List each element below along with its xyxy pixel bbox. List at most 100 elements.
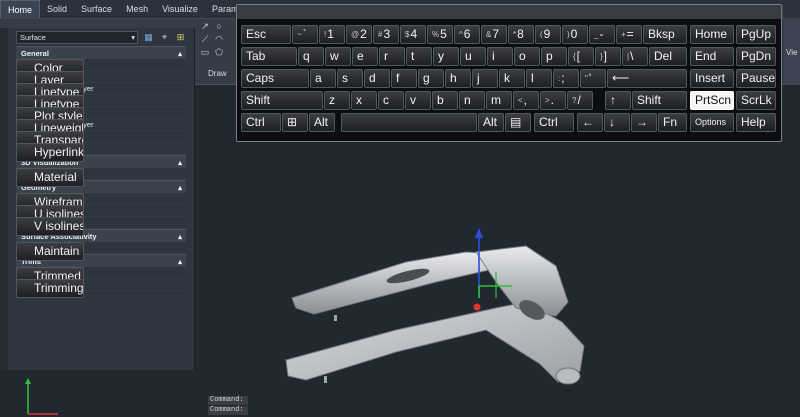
property-row[interactable]: Linetype scale1.0000 xyxy=(16,95,186,114)
key-sym12[interactable]: _- xyxy=(589,25,615,44)
key-f[interactable]: f xyxy=(391,69,417,88)
ribbon-tab-visualize[interactable]: Visualize xyxy=(155,0,205,18)
key-alt[interactable]: Alt xyxy=(478,113,504,132)
polygon-icon[interactable]: ⬠ xyxy=(214,47,224,57)
key-alt[interactable]: Alt xyxy=(309,113,335,132)
key-sym59[interactable]: ?/ xyxy=(567,91,593,110)
property-row[interactable]: Wireframe displ...Isolines xyxy=(16,193,186,212)
key-2[interactable]: @2 xyxy=(346,25,372,44)
key-home[interactable]: Home xyxy=(690,25,734,44)
key-h[interactable]: h xyxy=(445,69,471,88)
key-sym72[interactable]: ↓ xyxy=(604,113,630,132)
collapse-icon[interactable]: ▴ xyxy=(178,49,182,58)
ribbon-tab-surface[interactable]: Surface xyxy=(74,0,119,18)
key-4[interactable]: $4 xyxy=(400,25,426,44)
key-sym30[interactable]: |\ xyxy=(622,47,648,66)
key-w[interactable]: w xyxy=(325,47,351,66)
property-row[interactable]: MaterialByLayer xyxy=(16,168,186,187)
key-m[interactable]: m xyxy=(486,91,512,110)
key-sym69[interactable]: ▤ xyxy=(505,113,531,132)
polyline-icon[interactable]: ↗ xyxy=(200,21,210,31)
key-sym57[interactable]: <, xyxy=(513,91,539,110)
key-u[interactable]: u xyxy=(460,47,486,66)
collapse-icon[interactable]: ▴ xyxy=(178,158,182,167)
key-sym58[interactable]: >. xyxy=(540,91,566,110)
key-sym28[interactable]: {[ xyxy=(568,47,594,66)
key-c[interactable]: c xyxy=(378,91,404,110)
arc-icon[interactable]: ◠ xyxy=(214,34,224,44)
property-row[interactable]: U isolines6 xyxy=(16,205,186,224)
key-caps[interactable]: Caps xyxy=(241,69,309,88)
ribbon-tab-solid[interactable]: Solid xyxy=(40,0,74,18)
key-help[interactable]: Help xyxy=(736,113,776,132)
key-b[interactable]: b xyxy=(432,91,458,110)
key-sym71[interactable]: ← xyxy=(577,113,603,132)
key-o[interactable]: o xyxy=(514,47,540,66)
keyboard-title-bar[interactable] xyxy=(237,5,783,19)
property-row[interactable]: Hyperlink xyxy=(16,143,186,162)
palette-title-strip[interactable] xyxy=(0,28,8,370)
key-0[interactable]: )0 xyxy=(562,25,588,44)
key-insert[interactable]: Insert xyxy=(690,69,734,88)
key-n[interactable]: n xyxy=(459,91,485,110)
key-sym65[interactable]: ⊞ xyxy=(282,113,308,132)
key-shift[interactable]: Shift xyxy=(241,91,323,110)
key-a[interactable]: a xyxy=(310,69,336,88)
collapse-icon[interactable]: ▴ xyxy=(178,183,182,192)
key-end[interactable]: End xyxy=(690,47,734,66)
ribbon-tab-mesh[interactable]: Mesh xyxy=(119,0,155,18)
key-scrlk[interactable]: ScrLk xyxy=(736,91,776,110)
key-5[interactable]: %5 xyxy=(427,25,453,44)
key-g[interactable]: g xyxy=(418,69,444,88)
key-3[interactable]: #3 xyxy=(373,25,399,44)
key-q[interactable]: q xyxy=(298,47,324,66)
key-pgdn[interactable]: PgDn xyxy=(736,47,776,66)
key-ctrl[interactable]: Ctrl xyxy=(534,113,574,132)
key-sym60[interactable]: ↑ xyxy=(605,91,631,110)
key-space[interactable] xyxy=(341,113,477,132)
key-8[interactable]: *8 xyxy=(508,25,534,44)
key-l[interactable]: l xyxy=(526,69,552,88)
property-row[interactable]: Plot styleByColor xyxy=(16,107,186,126)
key-del[interactable]: Del xyxy=(649,47,687,66)
key-bksp[interactable]: Bksp xyxy=(643,25,687,44)
key-sym1[interactable]: ~` xyxy=(292,25,318,44)
key-sym13[interactable]: += xyxy=(616,25,642,44)
pickadd-icon[interactable]: ⊞ xyxy=(175,32,186,43)
key-sym46[interactable]: ⟵ xyxy=(607,69,687,88)
property-row[interactable]: Trimmed surfaceNo xyxy=(16,267,186,286)
ribbon-tab-home[interactable]: Home xyxy=(0,0,41,18)
key-r[interactable]: r xyxy=(379,47,405,66)
key-p[interactable]: p xyxy=(541,47,567,66)
key-v[interactable]: v xyxy=(405,91,431,110)
select-objects-icon[interactable]: ⌖ xyxy=(159,32,170,43)
key-pgup[interactable]: PgUp xyxy=(736,25,776,44)
key-e[interactable]: e xyxy=(352,47,378,66)
key-s[interactable]: s xyxy=(337,69,363,88)
key-1[interactable]: !1 xyxy=(319,25,345,44)
draw-group-label[interactable]: Draw xyxy=(208,69,227,78)
property-row[interactable]: LineweightByLayer xyxy=(16,119,186,138)
key-pause[interactable]: Pause xyxy=(736,69,776,88)
key-d[interactable]: d xyxy=(364,69,390,88)
key-i[interactable]: i xyxy=(487,47,513,66)
key-6[interactable]: ^6 xyxy=(454,25,480,44)
key-sym45[interactable]: "' xyxy=(580,69,606,88)
key-7[interactable]: &7 xyxy=(481,25,507,44)
collapse-icon[interactable]: ▴ xyxy=(178,232,182,241)
collapse-icon[interactable]: ▴ xyxy=(178,257,182,266)
line-icon[interactable]: ⟋ xyxy=(200,34,210,44)
key-t[interactable]: t xyxy=(406,47,432,66)
key-tab[interactable]: Tab xyxy=(241,47,297,66)
property-row[interactable]: TransparencyByLayer xyxy=(16,131,186,150)
key-9[interactable]: (9 xyxy=(535,25,561,44)
property-row[interactable]: LinetypeByLayer xyxy=(16,83,186,102)
view-panel-label[interactable]: Vie xyxy=(786,48,797,57)
property-row[interactable]: Layer0 xyxy=(16,71,186,90)
key-shift[interactable]: Shift xyxy=(632,91,687,110)
key-ctrl[interactable]: Ctrl xyxy=(241,113,281,132)
key-sym73[interactable]: → xyxy=(631,113,657,132)
rectangle-icon[interactable]: ▭ xyxy=(200,47,210,57)
section-header[interactable]: General ▴ xyxy=(16,46,186,59)
property-row[interactable]: Trimming edges0 xyxy=(16,279,186,298)
